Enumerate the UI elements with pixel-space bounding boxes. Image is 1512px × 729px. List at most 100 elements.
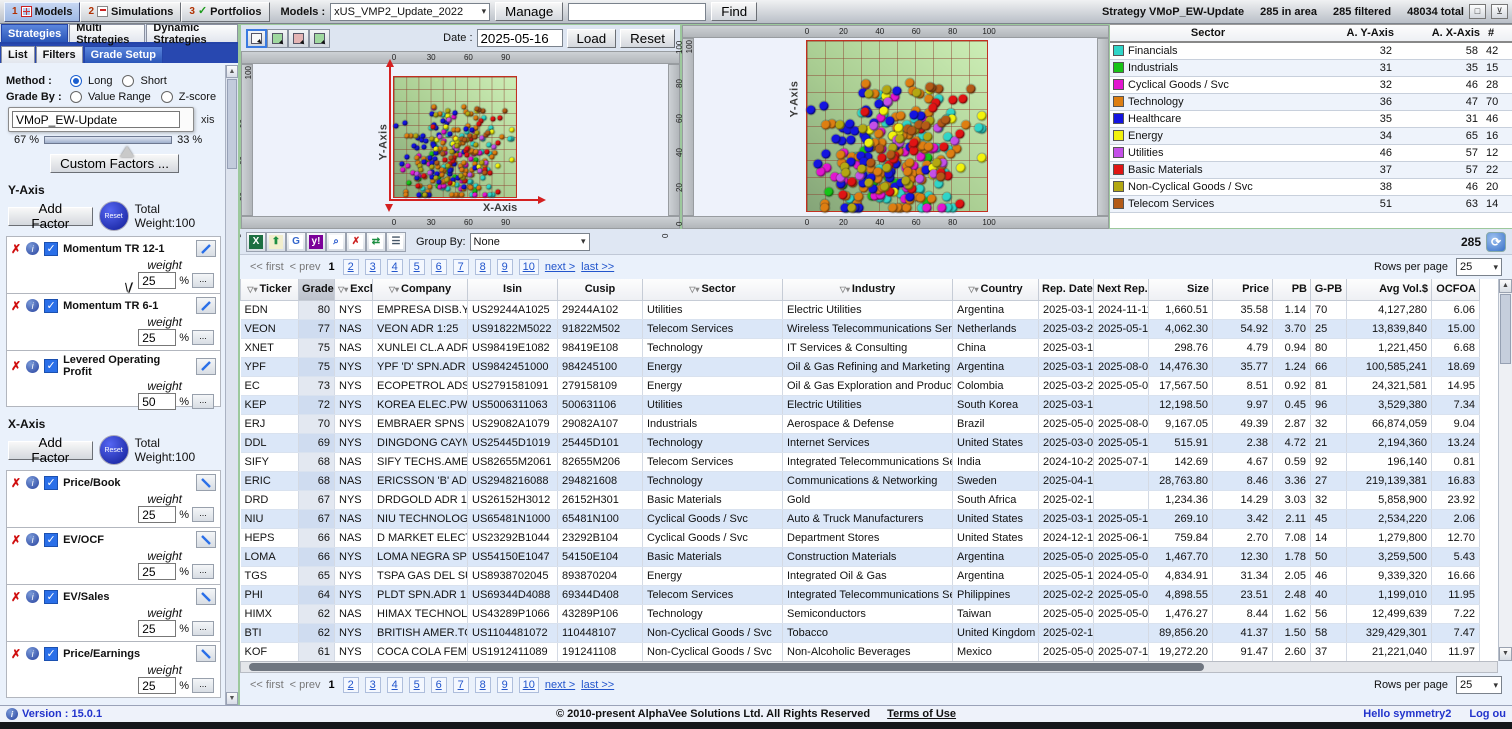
column-header-exch-[interactable]: ▽▾Exch. (335, 279, 373, 300)
column-header-ocfoa[interactable]: OCFOA (1432, 279, 1480, 300)
page-link-10[interactable]: 10 (519, 677, 539, 693)
gradeby-zscore-radio[interactable] (161, 91, 173, 103)
next-page-link[interactable]: next > (545, 261, 575, 273)
factor-info-icon[interactable]: i (26, 647, 39, 660)
scroll-down-icon[interactable]: ▼ (1499, 647, 1512, 661)
grade-scatter-preview[interactable] (393, 76, 517, 198)
filter-icon[interactable]: ▽▾ (338, 285, 348, 294)
table-row[interactable]: DRD67NYSDRDGOLD ADR 1:10US26152H30122615… (241, 490, 1480, 509)
upload-button[interactable]: ⬆ (266, 232, 286, 252)
column-header-ticker[interactable]: ▽▾Ticker (241, 279, 299, 300)
terms-of-use-link[interactable]: Terms of Use (887, 708, 956, 720)
more-options-button[interactable]: ... (192, 621, 214, 636)
scrollbar-thumb[interactable] (249, 663, 1204, 671)
table-row[interactable]: SIFY68NASSIFY TECHS.AMER.US82655M2061826… (241, 452, 1480, 471)
page-link-5[interactable]: 5 (409, 677, 425, 693)
column-header-avg-vol-[interactable]: Avg Vol.$ (1347, 279, 1432, 300)
remove-factor-icon[interactable]: ✗ (11, 242, 21, 256)
table-row[interactable]: HEPS66NASD MARKET ELECTRUS23292B10442329… (241, 528, 1480, 547)
scroll-down-icon[interactable]: ▼ (226, 692, 238, 705)
app-tab-portfolios[interactable]: 3✓Portfolios (181, 2, 269, 22)
grade-scatter-main[interactable] (806, 40, 988, 212)
column-header-size[interactable]: Size (1149, 279, 1213, 300)
gradeby-value-range-radio[interactable] (70, 91, 82, 103)
select-area-button[interactable]: ▲ (246, 29, 267, 48)
main-plot-canvas[interactable]: Y-Axis (694, 38, 1097, 216)
grid-horizontal-scrollbar[interactable] (240, 661, 1498, 673)
table-row[interactable]: KEP72NYSKOREA ELEC.PWR.US500631106350063… (241, 395, 1480, 414)
filter-icon[interactable]: ▽▾ (389, 285, 399, 294)
factor-checkbox[interactable]: ✓ (44, 299, 58, 313)
last-page-link[interactable]: last >> (581, 261, 614, 273)
remove-factor-icon[interactable]: ✗ (11, 647, 21, 661)
edit-factor-button[interactable] (196, 474, 216, 491)
zoom-area-button[interactable]: ▲ (267, 29, 288, 48)
sector-row[interactable]: Financials325842 (1110, 43, 1512, 60)
col-a-x-axis[interactable]: A. X-Axis (1398, 27, 1484, 39)
factor-checkbox[interactable]: ✓ (44, 590, 58, 604)
weight-input[interactable] (138, 563, 176, 580)
edit-factor-button[interactable] (196, 358, 216, 375)
remove-factor-icon[interactable]: ✗ (11, 590, 21, 604)
clear-button[interactable]: ✗ (346, 232, 366, 252)
custom-factors-button[interactable]: Custom Factors ... (50, 154, 179, 173)
remove-factor-icon[interactable]: ✗ (11, 299, 21, 313)
factor-checkbox[interactable]: ✓ (44, 647, 58, 661)
rows-per-page-select[interactable]: 25▾ (1456, 676, 1502, 694)
page-link-6[interactable]: 6 (431, 677, 447, 693)
more-options-button[interactable]: ... (192, 507, 214, 522)
weight-input[interactable] (138, 506, 176, 523)
table-row[interactable]: LOMA66NYSLOMA NEGRA SPN.US54150E10475415… (241, 547, 1480, 566)
more-options-button[interactable]: ... (192, 330, 214, 345)
first-page-link[interactable]: << first (250, 261, 284, 273)
tab-filters[interactable]: Filters (36, 46, 83, 63)
page-link-6[interactable]: 6 (431, 259, 447, 275)
find-button[interactable]: Find (711, 2, 757, 21)
factor-checkbox[interactable]: ✓ (44, 359, 58, 373)
sector-row[interactable]: Technology364770 (1110, 94, 1512, 111)
zoom-in-button[interactable]: ⌕ (326, 232, 346, 252)
table-row[interactable]: HIMX62NASHIMAX TECHNOLOUS43289P106643289… (241, 604, 1480, 623)
tab-list[interactable]: List (1, 46, 35, 63)
factor-info-icon[interactable]: i (26, 476, 39, 489)
preview-plot-canvas[interactable]: Y-Axis X-Axis (253, 64, 668, 216)
table-row[interactable]: NIU67NASNIU TECHNOLOGIEUS65481N100065481… (241, 509, 1480, 528)
col-count[interactable]: # (1484, 27, 1512, 39)
scrollbar-thumb[interactable] (1500, 294, 1511, 364)
sector-row[interactable]: Non-Cyclical Goods / Svc384620 (1110, 179, 1512, 196)
strategy-name-input[interactable] (12, 111, 180, 128)
edit-factor-button[interactable] (196, 297, 216, 314)
column-header-country[interactable]: ▽▾Country (953, 279, 1039, 300)
sector-row[interactable]: Industrials313515 (1110, 60, 1512, 77)
sector-row[interactable]: Healthcare353146 (1110, 111, 1512, 128)
filter-icon[interactable]: ▽▾ (968, 285, 978, 294)
app-tab-simulations[interactable]: 2Simulations (80, 2, 181, 22)
page-link-7[interactable]: 7 (453, 259, 469, 275)
edit-factor-button[interactable] (196, 645, 216, 662)
page-link-3[interactable]: 3 (365, 677, 381, 693)
rows-per-page-select[interactable]: 25▾ (1456, 258, 1502, 276)
column-header-isin[interactable]: Isin (468, 279, 558, 300)
scroll-up-icon[interactable]: ▲ (1499, 279, 1512, 293)
group-by-select[interactable]: None ▾ (470, 233, 590, 251)
weight-input[interactable] (138, 393, 176, 410)
table-row[interactable]: TGS65NYSTSPA GAS DEL SURUS89387020458938… (241, 566, 1480, 585)
table-row[interactable]: PHI64NYSPLDT SPN.ADR 1:1US69344D40886934… (241, 585, 1480, 604)
method-short-radio[interactable] (122, 75, 134, 87)
google-button[interactable]: G (286, 232, 306, 252)
table-row[interactable]: YPF75NYSYPF 'D' SPN.ADR 1:US984245100098… (241, 357, 1480, 376)
full-area-button[interactable]: ▲ (309, 29, 330, 48)
table-row[interactable]: ERIC68NASERICSSON 'B' ADRUS2948216088294… (241, 471, 1480, 490)
table-row[interactable]: VEON77NASVEON ADR 1:25US91822M502291822M… (241, 319, 1480, 338)
filter-icon[interactable]: ▽▾ (840, 285, 850, 294)
manage-button[interactable]: Manage (495, 2, 563, 21)
factor-info-icon[interactable]: i (26, 590, 39, 603)
slider-thumb[interactable] (120, 146, 134, 157)
more-options-button[interactable]: ... (192, 678, 214, 693)
add-factor-button-x[interactable]: Add Factor (8, 441, 93, 460)
remove-factor-icon[interactable]: ✗ (11, 359, 21, 373)
model-select[interactable]: xUS_VMP2_Update_2022 ▾ (330, 3, 490, 21)
table-row[interactable]: EDN80NYSEMPRESA DISB.Y CUS29244A10252924… (241, 300, 1480, 319)
table-sync-button[interactable]: ⇄ (366, 232, 386, 252)
col-a-y-axis[interactable]: A. Y-Axis (1306, 27, 1398, 39)
